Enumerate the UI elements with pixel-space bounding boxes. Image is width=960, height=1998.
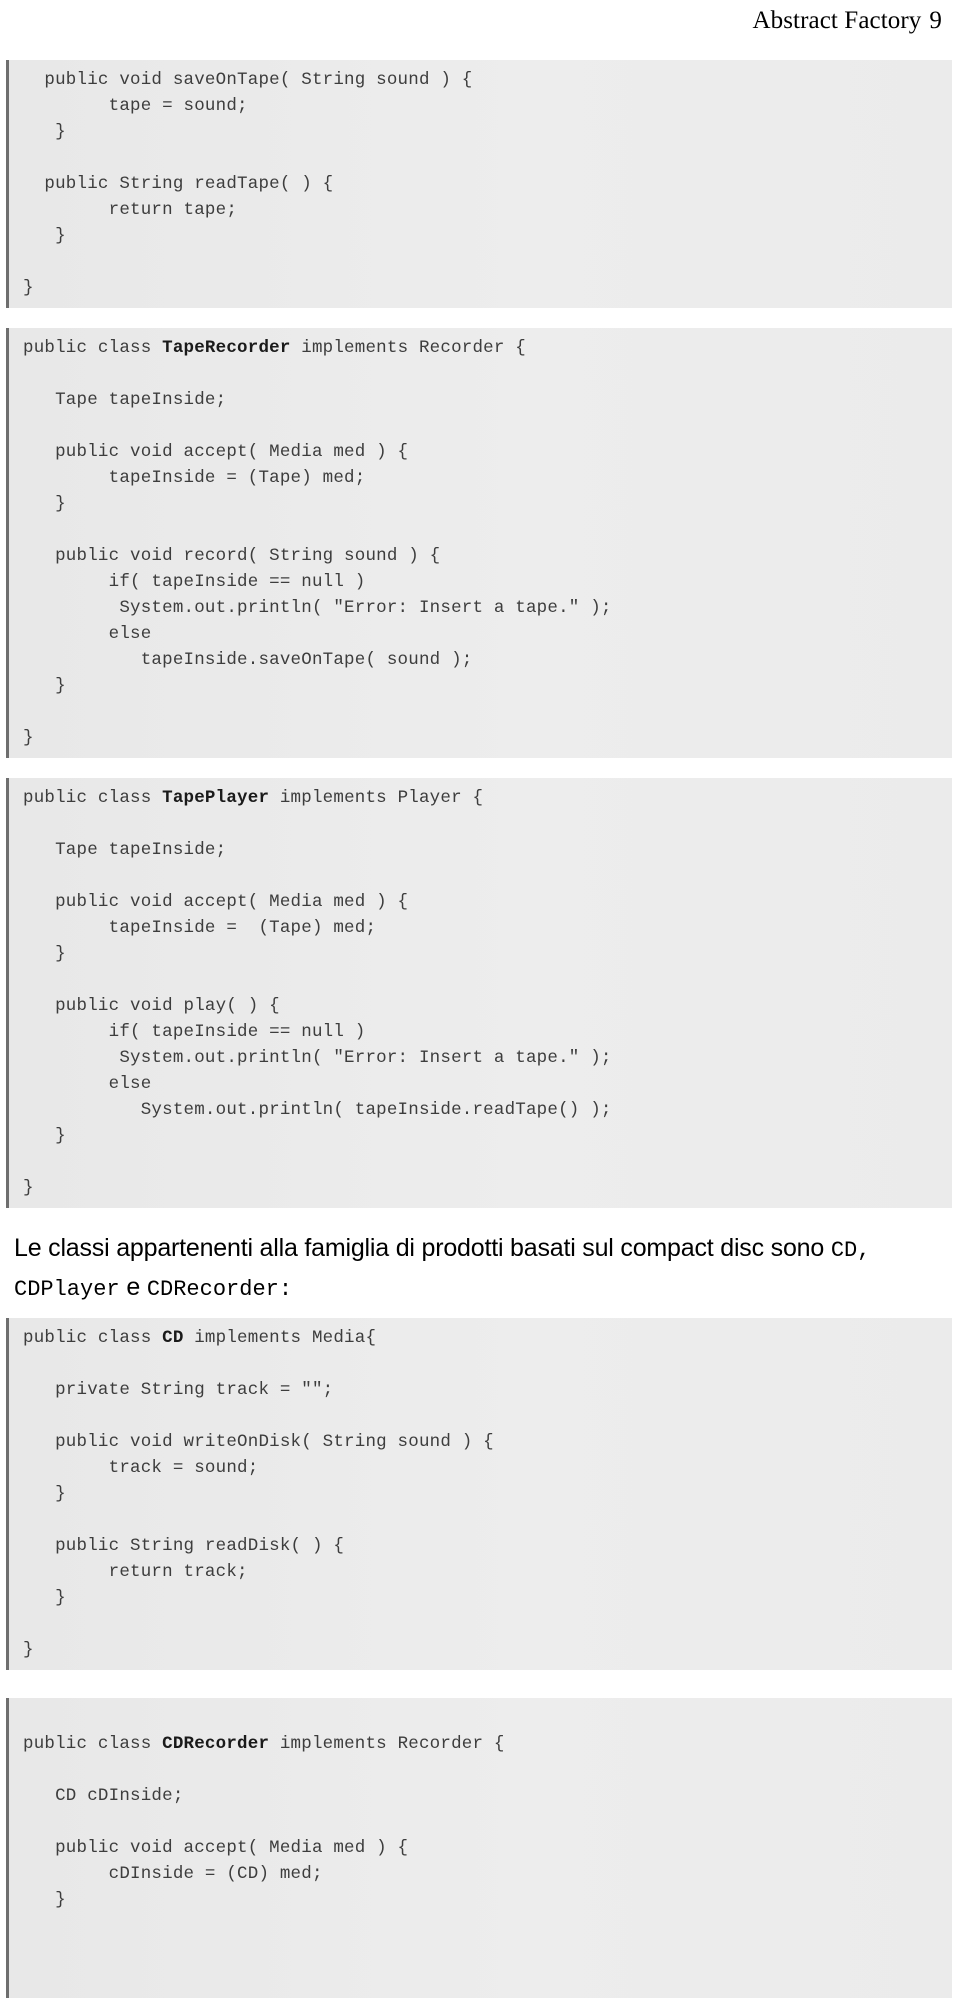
code-line: System.out.println( tapeInside.readTape(…	[23, 1100, 612, 1120]
code-line: }	[23, 1178, 34, 1198]
code-line: public void accept( Media med ) {	[23, 442, 409, 462]
code-line: private String track = "";	[23, 1380, 334, 1400]
code-line: }	[23, 944, 66, 964]
code-line: public void accept( Media med ) {	[23, 1838, 409, 1858]
code-class-name: CD	[162, 1328, 184, 1348]
code-line: public String readTape( ) {	[23, 174, 334, 194]
inline-separator-1: ,	[857, 1238, 871, 1263]
block-spacer	[0, 758, 960, 778]
paragraph-cd-family: Le classi appartenenti alla famiglia di …	[0, 1208, 960, 1318]
code-line: else	[23, 1074, 152, 1094]
code-line: public void accept( Media med ) {	[23, 892, 409, 912]
code-line: tapeInside.saveOnTape( sound );	[23, 650, 473, 670]
code-line: Tape tapeInside;	[23, 840, 227, 860]
paragraph-colon: :	[278, 1277, 293, 1302]
code-block-tape-recorder-class: public class TapeRecorder implements Rec…	[6, 328, 952, 758]
code-line: public void writeOnDisk( String sound ) …	[23, 1432, 494, 1452]
code-line: }	[23, 278, 34, 298]
code-line: return track;	[23, 1562, 248, 1582]
document-page: Abstract Factory 9 public void saveOnTape…	[0, 0, 960, 1998]
code-line: return tape;	[23, 200, 238, 220]
code-class-name: CDRecorder	[162, 1734, 270, 1754]
code-line: }	[23, 1588, 66, 1608]
code-line: }	[23, 728, 34, 748]
code-line: public class TapePlayer implements Playe…	[23, 788, 484, 808]
page-number: 9	[929, 7, 942, 34]
code-line: if( tapeInside == null )	[23, 1022, 366, 1042]
code-block-cd-recorder-class: public class CDRecorder implements Recor…	[6, 1698, 952, 1998]
code-block-cd-class: public class CD implements Media{ privat…	[6, 1318, 952, 1670]
code-line: }	[23, 676, 66, 696]
code-line: public void play( ) {	[23, 996, 280, 1016]
code-line: public class CD implements Media{	[23, 1328, 377, 1348]
inline-code-cdrecorder: CDRecorder	[146, 1277, 279, 1302]
code-class-name: TapeRecorder	[162, 338, 291, 358]
code-line: }	[23, 122, 66, 142]
inline-separator-2: e	[119, 1273, 147, 1301]
paragraph-text-lead: Le classi appartenenti alla famiglia di …	[14, 1234, 831, 1262]
code-line: public class TapeRecorder implements Rec…	[23, 338, 526, 358]
code-line: }	[23, 494, 66, 514]
code-line: else	[23, 624, 152, 644]
code-line: cDInside = (CD) med;	[23, 1864, 323, 1884]
code-line: tapeInside = (Tape) med;	[23, 918, 377, 938]
code-line: }	[23, 1484, 66, 1504]
code-line: }	[23, 1640, 34, 1660]
code-line: tapeInside = (Tape) med;	[23, 468, 366, 488]
code-line: }	[23, 226, 66, 246]
code-line: CD cDInside;	[23, 1786, 184, 1806]
code-line: System.out.println( "Error: Insert a tap…	[23, 1048, 612, 1068]
code-line: }	[23, 1126, 66, 1146]
code-block-tape-class-tail: public void saveOnTape( String sound ) {…	[6, 60, 952, 308]
code-class-name: TapePlayer	[162, 788, 270, 808]
code-block-tape-player-class: public class TapePlayer implements Playe…	[6, 778, 952, 1208]
code-line: track = sound;	[23, 1458, 259, 1478]
code-line: Tape tapeInside;	[23, 390, 227, 410]
block-spacer	[0, 1670, 960, 1698]
running-header: Abstract Factory 9	[0, 0, 960, 36]
code-line: public void record( String sound ) {	[23, 546, 441, 566]
code-line: public class CDRecorder implements Recor…	[23, 1734, 505, 1754]
code-line: System.out.println( "Error: Insert a tap…	[23, 598, 612, 618]
code-line: public void saveOnTape( String sound ) {	[23, 70, 473, 90]
code-line: }	[23, 1890, 66, 1910]
inline-code-cd: CD	[830, 1238, 858, 1263]
code-line: if( tapeInside == null )	[23, 572, 366, 592]
header-title: Abstract Factory	[752, 7, 922, 34]
header-spacer	[0, 36, 960, 60]
code-line: tape = sound;	[23, 96, 248, 116]
block-spacer	[0, 308, 960, 328]
inline-code-cdplayer: CDPlayer	[14, 1277, 120, 1302]
code-line: public String readDisk( ) {	[23, 1536, 345, 1556]
